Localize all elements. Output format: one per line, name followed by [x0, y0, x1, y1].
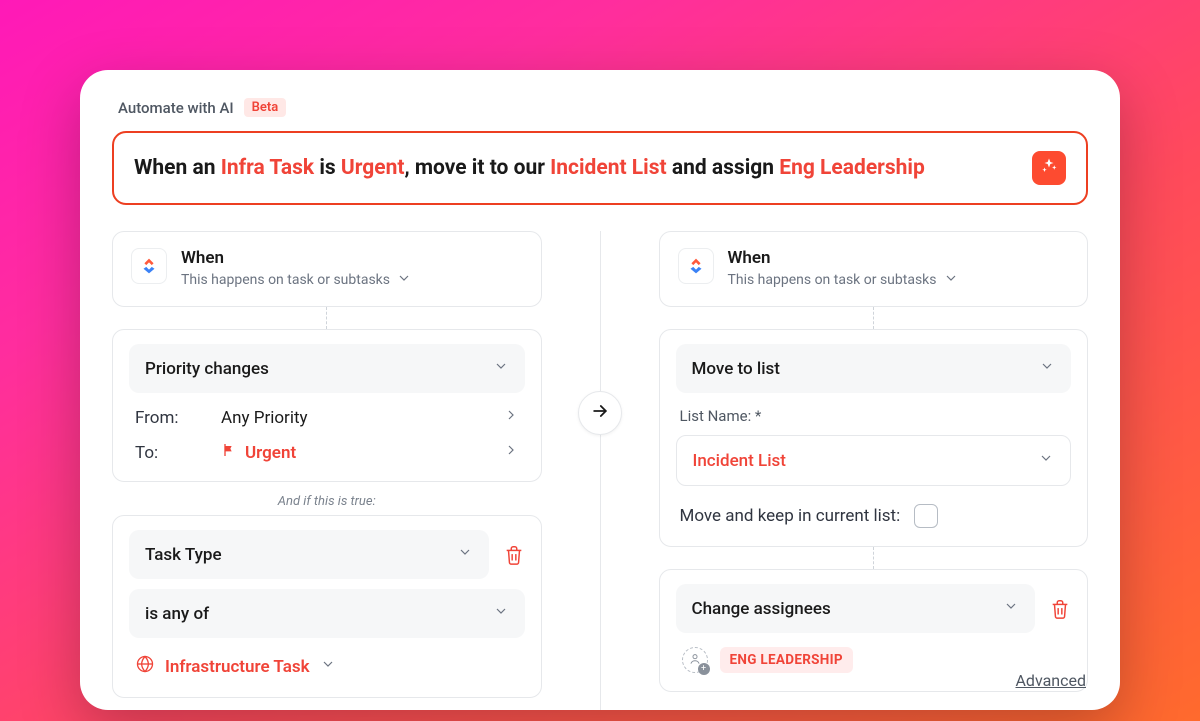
from-row[interactable]: From: Any Priority	[129, 393, 525, 428]
action-column: When This happens on task or subtasks Mo…	[600, 231, 1089, 710]
flow-arrow	[578, 391, 622, 435]
automation-card: Automate with AI Beta When an Infra Task…	[80, 70, 1120, 710]
advanced-link[interactable]: Advanced	[1015, 671, 1086, 690]
chevron-down-icon	[493, 603, 509, 624]
keep-in-list-row: Move and keep in current list:	[676, 486, 1072, 528]
to-row[interactable]: To: Urgent	[129, 428, 525, 463]
chevron-down-icon	[1039, 358, 1055, 379]
sparkle-icon	[1040, 157, 1058, 179]
condition-value[interactable]: Infrastructure Task	[129, 638, 525, 679]
trigger-select[interactable]: Priority changes	[129, 344, 525, 393]
globe-icon	[135, 654, 155, 679]
condition-op-select[interactable]: is any of	[129, 589, 525, 638]
connector	[112, 307, 542, 329]
action-select[interactable]: Change assignees	[676, 584, 1036, 633]
beta-badge: Beta	[244, 98, 287, 117]
list-select[interactable]: Incident List	[676, 435, 1072, 486]
when-subtitle[interactable]: This happens on task or subtasks	[728, 270, 959, 290]
connector	[659, 307, 1089, 329]
trigger-column: When This happens on task or subtasks Pr…	[112, 231, 600, 710]
when-block-left[interactable]: When This happens on task or subtasks	[112, 231, 542, 307]
columns: When This happens on task or subtasks Pr…	[112, 231, 1088, 710]
ai-prompt-text: When an Infra Task is Urgent, move it to…	[134, 154, 925, 182]
chevron-down-icon	[943, 270, 959, 290]
trash-icon	[1049, 605, 1071, 624]
connector	[659, 547, 1089, 569]
when-title: When	[728, 248, 959, 268]
ai-generate-button[interactable]	[1032, 151, 1066, 185]
chevron-down-icon	[320, 656, 336, 677]
clickup-logo-icon	[131, 248, 167, 284]
header-row: Automate with AI Beta	[112, 98, 1088, 117]
condition-hint: And if this is true:	[112, 482, 542, 515]
when-subtitle[interactable]: This happens on task or subtasks	[181, 270, 412, 290]
condition-field-select[interactable]: Task Type	[129, 530, 489, 579]
delete-action-button[interactable]	[1049, 598, 1071, 620]
move-to-list-action: Move to list List Name: * Incident List …	[659, 329, 1089, 547]
when-block-right[interactable]: When This happens on task or subtasks	[659, 231, 1089, 307]
assignee-chip[interactable]: ENG LEADERSHIP	[720, 647, 853, 673]
chevron-down-icon	[1038, 450, 1054, 471]
header-label: Automate with AI	[118, 99, 234, 117]
add-assignee-button[interactable]: +	[682, 647, 708, 673]
keep-in-list-checkbox[interactable]	[914, 504, 938, 528]
chevron-right-icon	[503, 442, 519, 463]
ai-prompt-box[interactable]: When an Infra Task is Urgent, move it to…	[112, 131, 1088, 205]
chevron-down-icon	[396, 270, 412, 290]
chevron-right-icon	[503, 407, 519, 428]
flag-icon	[221, 442, 237, 463]
chevron-down-icon	[493, 358, 509, 379]
arrow-right-icon	[590, 401, 610, 425]
delete-condition-button[interactable]	[503, 544, 525, 566]
clickup-logo-icon	[678, 248, 714, 284]
list-name-label: List Name: *	[676, 393, 1072, 435]
trigger-section: Priority changes From: Any Priority To:	[112, 329, 542, 482]
action-select[interactable]: Move to list	[676, 344, 1072, 393]
chevron-down-icon	[1003, 598, 1019, 619]
chevron-down-icon	[457, 544, 473, 565]
condition-section: Task Type is any of Infrastructure Task	[112, 515, 542, 698]
when-title: When	[181, 248, 412, 268]
trash-icon	[503, 551, 525, 570]
plus-icon: +	[698, 663, 710, 675]
